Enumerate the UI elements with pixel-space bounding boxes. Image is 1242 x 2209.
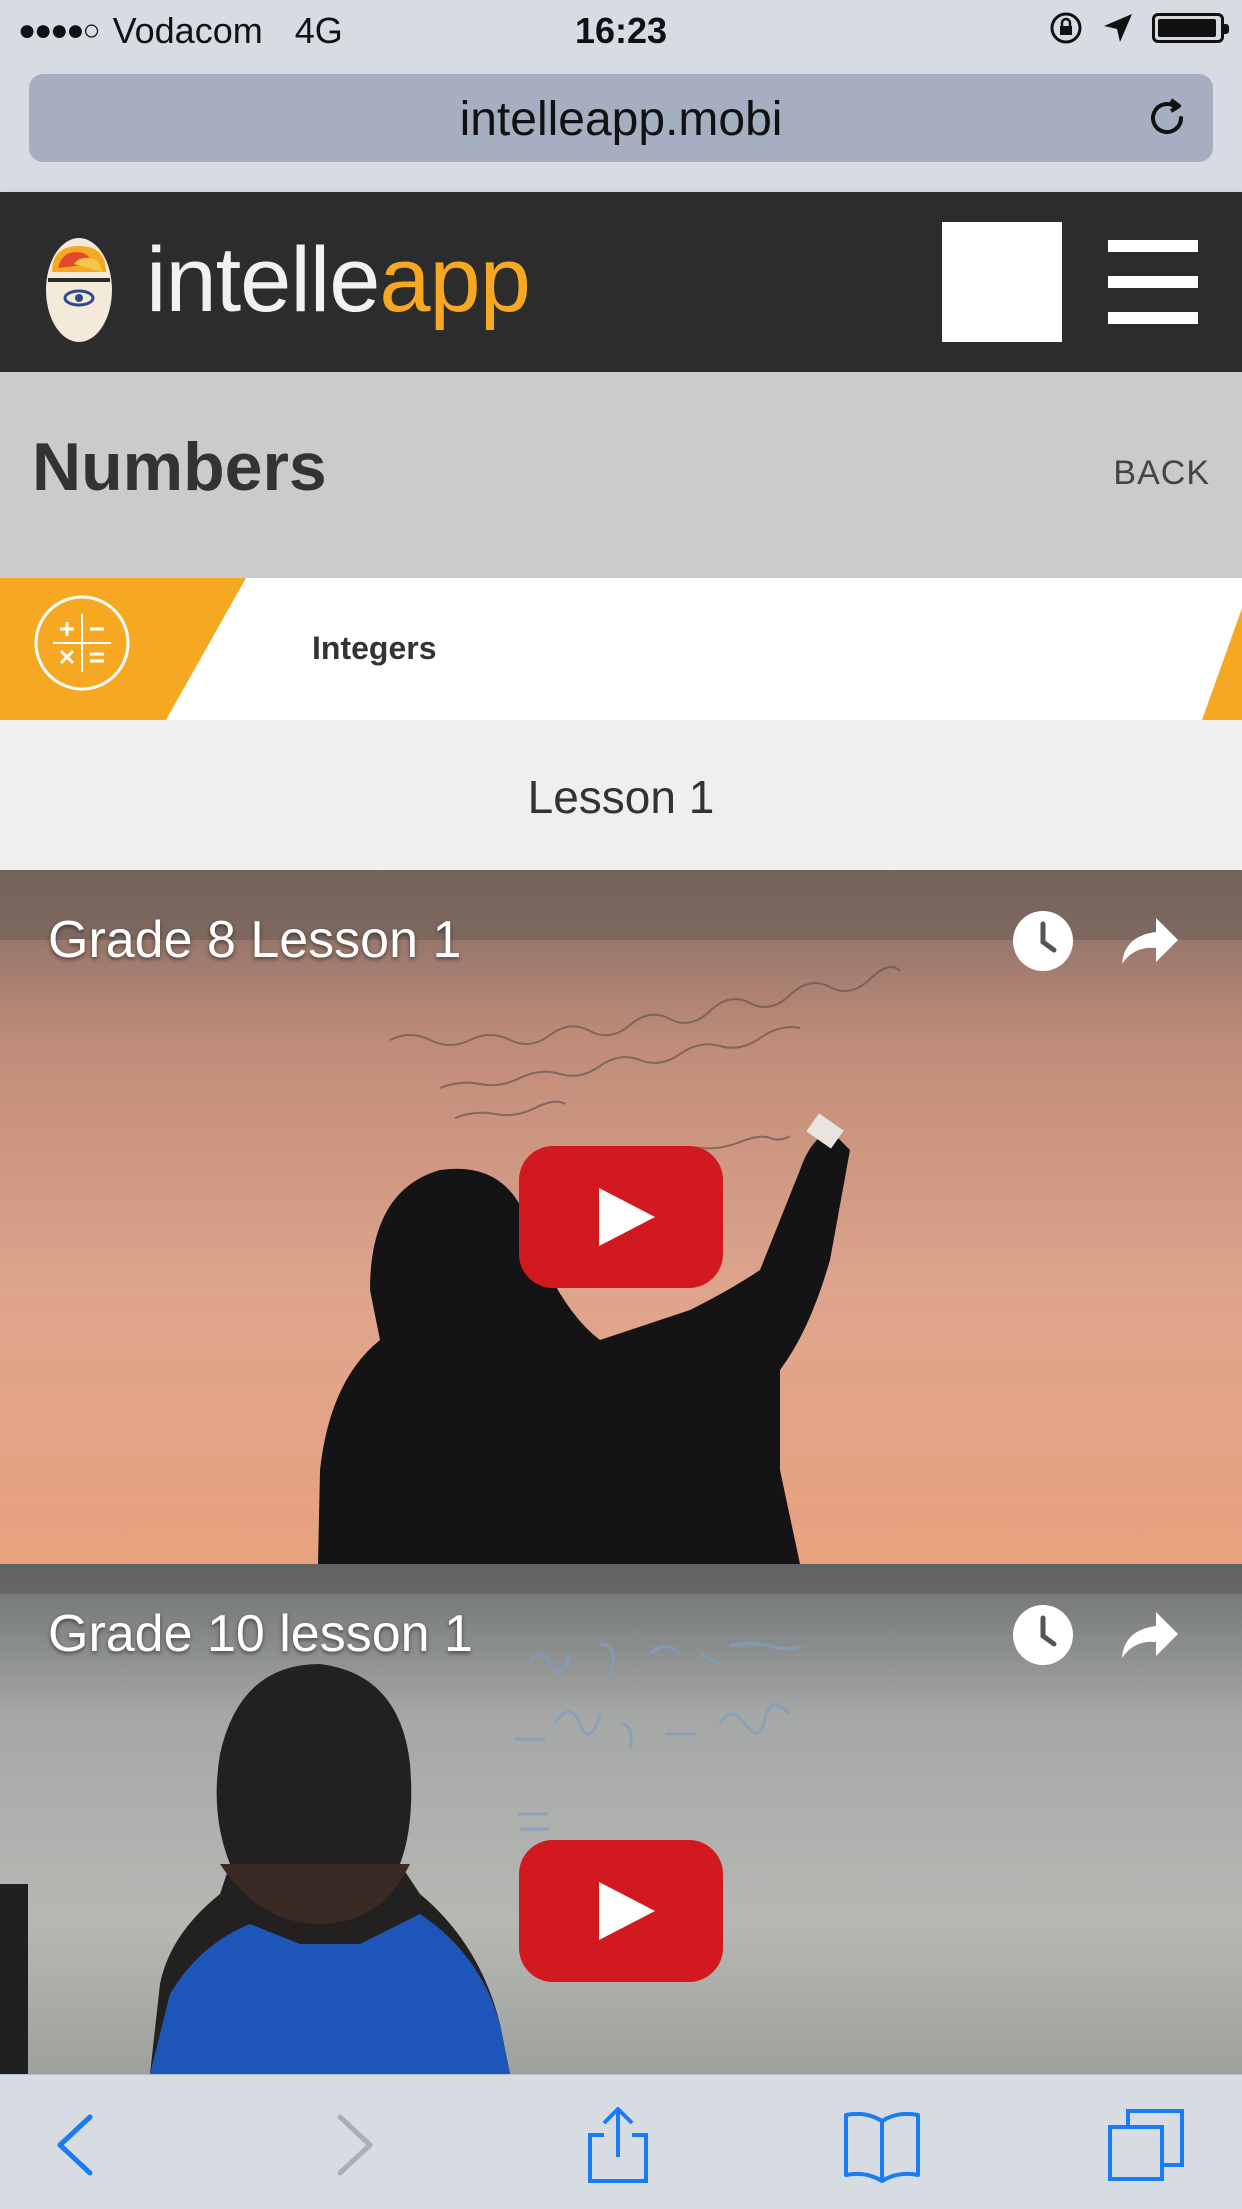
youtube-play-button[interactable]	[519, 1840, 723, 1982]
brain-egg-logo-icon[interactable]	[44, 220, 114, 344]
logo-text-part2: app	[379, 229, 530, 331]
battery-icon	[1152, 13, 1229, 43]
share-icon[interactable]	[578, 2105, 658, 2185]
address-bar[interactable]: intelleapp.mobi	[29, 74, 1213, 162]
video-embed[interactable]: Grade 8 Lesson 1	[0, 870, 1242, 1564]
topic-header[interactable]: Integers	[0, 578, 1242, 720]
video-title[interactable]: Grade 10 lesson 1	[48, 1604, 473, 1664]
header-white-button[interactable]	[942, 222, 1062, 342]
back-link[interactable]: BACK	[1113, 454, 1210, 493]
status-bar: ●●●●○ Vodacom 4G 16:23	[0, 0, 1242, 62]
share-arrow-icon[interactable]	[1118, 1604, 1182, 1666]
back-icon[interactable]	[38, 2105, 118, 2185]
page-title: Numbers	[32, 429, 327, 505]
site-header: intelleapp	[0, 192, 1242, 372]
forward-icon	[337, 2114, 373, 2176]
rotation-lock-icon	[1050, 12, 1082, 44]
video-title[interactable]: Grade 8 Lesson 1	[48, 910, 461, 970]
logo-text-part1: intelle	[146, 229, 380, 331]
page-title-bar: Numbers BACK	[0, 372, 1242, 578]
browser-toolbar	[0, 2074, 1242, 2209]
site-logo-text[interactable]: intelleapp	[146, 228, 531, 333]
browser-address-area: intelleapp.mobi	[0, 62, 1242, 192]
lesson-bar: Lesson 1	[0, 720, 1242, 870]
topic-label: Integers	[312, 630, 437, 666]
reload-icon[interactable]	[1143, 94, 1191, 142]
share-arrow-icon[interactable]	[1118, 910, 1182, 972]
lesson-label: Lesson 1	[527, 771, 715, 823]
watch-later-icon[interactable]	[1012, 910, 1074, 972]
video-embed[interactable]: Grade 10 lesson 1	[0, 1564, 1242, 2074]
tabs-icon[interactable]	[1106, 2105, 1186, 2185]
watch-later-icon[interactable]	[1012, 1604, 1074, 1666]
url-text: intelleapp.mobi	[459, 93, 783, 146]
bookmarks-icon[interactable]	[842, 2105, 922, 2185]
location-arrow-icon	[1104, 14, 1132, 42]
hamburger-menu-icon[interactable]	[1108, 240, 1198, 324]
topic-banner-shape	[0, 578, 1242, 720]
youtube-play-button[interactable]	[519, 1146, 723, 1288]
